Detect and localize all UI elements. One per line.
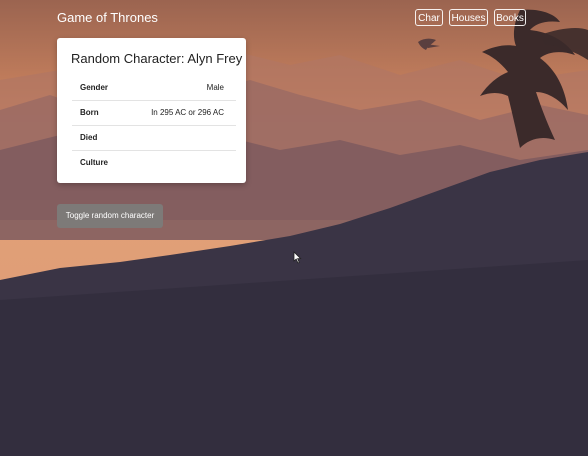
row-value: In 295 AC or 296 AC [151, 108, 224, 117]
row-label: Born [80, 108, 99, 117]
nav-houses-button[interactable]: Houses [449, 9, 488, 26]
character-card-title: Random Character: Alyn Frey [71, 51, 243, 66]
character-row-gender: Gender Male [72, 75, 236, 100]
nav-books-button[interactable]: Books [494, 9, 526, 26]
toggle-random-character-button[interactable]: Toggle random character [57, 204, 163, 228]
character-row-died: Died [72, 125, 236, 150]
character-row-culture: Culture [72, 150, 236, 175]
nav-char-button[interactable]: Char [415, 9, 443, 26]
row-label: Died [80, 133, 98, 142]
character-card: Random Character: Alyn Frey Gender Male Bo… [57, 38, 246, 183]
row-label: Culture [80, 158, 108, 167]
character-row-born: Born In 295 AC or 296 AC [72, 100, 236, 125]
top-navbar: Game of Thrones Char Houses Books [0, 0, 588, 38]
app-title[interactable]: Game of Thrones [57, 10, 158, 25]
row-label: Gender [80, 83, 109, 92]
mouse-pointer-icon [293, 251, 302, 264]
row-value: Male [206, 83, 224, 92]
